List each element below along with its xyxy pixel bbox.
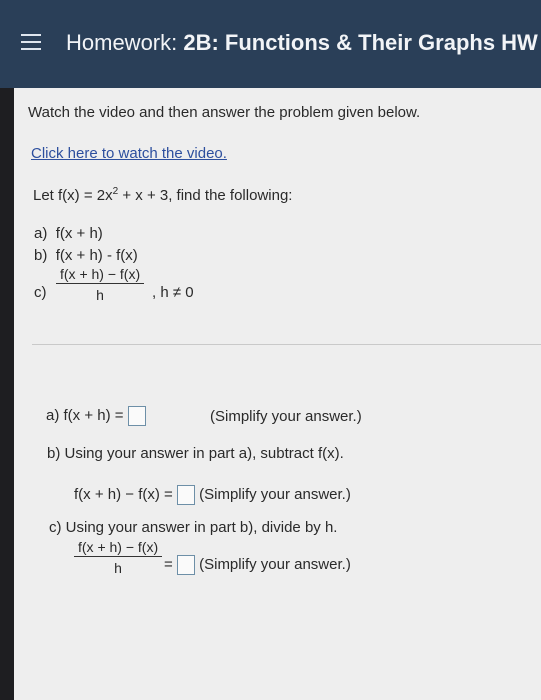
section-divider: [32, 344, 541, 345]
answer-c-numerator: f(x + h) − f(x): [78, 539, 159, 555]
answer-c-row: = (Simplify your answer.): [164, 555, 351, 575]
item-a-text: f(x + h): [55, 225, 103, 242]
answer-a-label: a) f(x + h) =: [46, 406, 124, 424]
answer-b-hint: (Simplify your answer.): [199, 485, 351, 503]
item-c-denominator: h: [96, 287, 104, 303]
page-title: Homework: 2B: Functions & Their Graphs H…: [66, 30, 538, 56]
answer-c-instruction: c) Using your answer in part b), divide …: [49, 519, 338, 536]
item-c-label: c): [34, 284, 47, 301]
question-panel: Watch the video and then answer the prob…: [14, 88, 541, 700]
item-b-text: f(x + h) - f(x): [55, 247, 138, 264]
problem-lead: Let f(x) = 2x: [33, 187, 113, 204]
answer-a-hint: (Simplify your answer.): [210, 408, 362, 425]
answer-c-denominator: h: [114, 560, 122, 576]
video-link[interactable]: Click here to watch the video.: [31, 145, 227, 162]
answer-c-hint: (Simplify your answer.): [199, 555, 351, 573]
answer-b-prompt: f(x + h) − f(x) = (Simplify your answer.…: [74, 485, 351, 505]
item-c-fraction: f(x + h) − f(x) h: [56, 266, 145, 303]
item-c-numerator: f(x + h) − f(x): [60, 266, 141, 282]
answer-a-input[interactable]: [127, 406, 146, 426]
answer-a-prompt: a) f(x + h) =: [46, 406, 146, 426]
item-c-condition: , h ≠ 0: [152, 284, 194, 301]
top-bar: Homework: 2B: Functions & Their Graphs H…: [0, 0, 541, 88]
answer-c-equals: =: [164, 555, 173, 573]
title-assignment: 2B: Functions & Their Graphs HW: [183, 30, 538, 55]
problem-statement: Let f(x) = 2x2 + x + 3, find the followi…: [33, 186, 292, 204]
menu-icon[interactable]: [21, 34, 41, 52]
item-a: a) f(x + h): [34, 225, 103, 242]
answer-b-label: f(x + h) − f(x) =: [74, 485, 173, 503]
answer-b-instruction: b) Using your answer in part a), subtrac…: [47, 445, 344, 462]
title-prefix: Homework:: [66, 30, 184, 55]
answer-b-input[interactable]: [176, 485, 195, 505]
instructions-text: Watch the video and then answer the prob…: [28, 104, 421, 121]
problem-tail: + x + 3, find the following:: [118, 187, 293, 204]
item-b-label: b): [34, 247, 48, 264]
left-edge-bar: [0, 88, 14, 700]
item-b: b) f(x + h) - f(x): [34, 247, 138, 264]
answer-c-input[interactable]: [176, 555, 195, 575]
item-a-label: a): [34, 225, 48, 242]
answer-c-fraction: f(x + h) − f(x) h: [74, 539, 163, 576]
